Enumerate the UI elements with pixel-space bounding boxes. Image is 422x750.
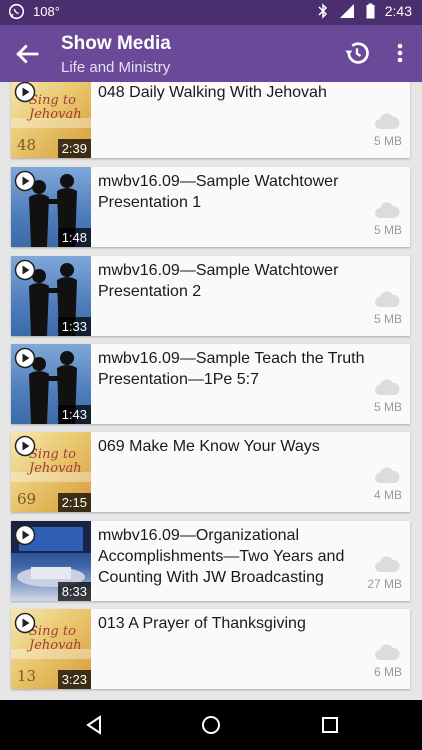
media-list[interactable]: Sing to Jehovah 48 2:39 048 Daily Walking W… [0, 82, 422, 700]
cloud-download-icon[interactable] [374, 201, 400, 219]
cloud-download-icon[interactable] [374, 112, 400, 130]
play-icon[interactable] [14, 82, 36, 103]
file-size: 5 MB [373, 312, 402, 326]
file-size: 5 MB [373, 134, 402, 148]
nav-back-icon[interactable] [82, 713, 106, 737]
media-title: 013 A Prayer of Thanksgiving [98, 615, 306, 632]
nav-home-icon[interactable] [199, 713, 223, 737]
media-title: mwbv16.09—Sample Watchtower Presentation… [98, 262, 339, 300]
media-title: mwbv16.09—Sample Watchtower Presentation… [98, 173, 339, 211]
play-icon[interactable] [14, 524, 36, 546]
play-icon[interactable] [14, 259, 36, 281]
duration-badge: 3:23 [57, 670, 91, 689]
file-size: 27 MB [367, 577, 402, 591]
media-title: 069 Make Me Know Your Ways [98, 438, 320, 455]
duration-badge: 2:15 [57, 493, 91, 512]
song-book-title: Sing to Jehovah [29, 447, 82, 476]
whatsapp-icon [8, 3, 25, 20]
more-vert-icon[interactable] [390, 39, 410, 67]
bluetooth-icon [318, 3, 327, 19]
app-bar: Show Media Life and Ministry [0, 25, 422, 82]
file-size: 5 MB [373, 400, 402, 414]
media-card[interactable]: Sing to Jehovah 69 2:15 069 Make Me Know Yo… [11, 432, 410, 512]
play-icon[interactable] [14, 347, 36, 369]
file-size: 4 MB [373, 488, 402, 502]
media-card[interactable]: 1:48 mwbv16.09—Sample Watchtower Presenta… [11, 167, 410, 247]
media-thumbnail[interactable]: 1:33 [11, 256, 91, 336]
media-title: 048 Daily Walking With Jehovah [98, 84, 327, 101]
status-right: 2:43 [318, 3, 412, 19]
media-card[interactable]: 8:33 mwbv16.09—Organizational Accomplishm… [11, 521, 410, 601]
file-size: 6 MB [373, 665, 402, 679]
signal-icon [339, 4, 354, 18]
file-size: 5 MB [373, 223, 402, 237]
song-book-title: Sing to Jehovah [29, 93, 82, 122]
media-thumbnail[interactable]: 1:48 [11, 167, 91, 247]
duration-badge: 1:33 [57, 317, 91, 336]
status-time: 2:43 [384, 3, 412, 19]
song-book-title: Sing to Jehovah [29, 624, 82, 653]
media-card[interactable]: Sing to Jehovah 13 3:23 013 A Prayer of Tha… [11, 609, 410, 689]
status-left: 108° [8, 3, 60, 20]
nav-recents-icon[interactable] [318, 713, 342, 737]
duration-badge: 1:43 [57, 405, 91, 424]
status-bar: 108° 2:43 [0, 0, 422, 25]
page-subtitle: Life and Ministry [61, 59, 171, 76]
cloud-download-icon[interactable] [374, 555, 400, 573]
media-thumbnail[interactable]: 1:43 [11, 344, 91, 424]
song-number: 48 [17, 136, 37, 154]
duration-badge: 2:39 [57, 139, 91, 158]
page-title: Show Media [61, 33, 171, 54]
media-thumbnail[interactable]: Sing to Jehovah 69 2:15 [11, 432, 91, 512]
duration-badge: 8:33 [57, 582, 91, 601]
history-icon[interactable] [343, 39, 371, 67]
play-icon[interactable] [14, 435, 36, 457]
media-thumbnail[interactable]: 8:33 [11, 521, 91, 601]
media-thumbnail[interactable]: Sing to Jehovah 48 2:39 [11, 82, 91, 158]
cloud-download-icon[interactable] [374, 378, 400, 396]
media-thumbnail[interactable]: Sing to Jehovah 13 3:23 [11, 609, 91, 689]
battery-icon [366, 3, 375, 19]
duration-badge: 1:48 [57, 228, 91, 247]
media-title: mwbv16.09—Organizational Accomplishments… [98, 527, 345, 586]
song-number: 13 [17, 667, 37, 685]
play-icon[interactable] [14, 170, 36, 192]
song-number: 69 [17, 490, 37, 508]
media-card[interactable]: Sing to Jehovah 48 2:39 048 Daily Walking W… [11, 82, 410, 158]
play-icon[interactable] [14, 612, 36, 634]
cloud-download-icon[interactable] [374, 290, 400, 308]
cloud-download-icon[interactable] [374, 643, 400, 661]
media-card[interactable]: 1:33 mwbv16.09—Sample Watchtower Presenta… [11, 256, 410, 336]
cloud-download-icon[interactable] [374, 466, 400, 484]
media-title: mwbv16.09—Sample Teach the Truth Present… [98, 350, 365, 388]
system-nav-bar [0, 700, 422, 750]
media-card[interactable]: 1:43 mwbv16.09—Sample Teach the Truth Pre… [11, 344, 410, 424]
arrow-back-icon[interactable] [12, 39, 42, 69]
temperature-text: 108° [33, 4, 60, 19]
